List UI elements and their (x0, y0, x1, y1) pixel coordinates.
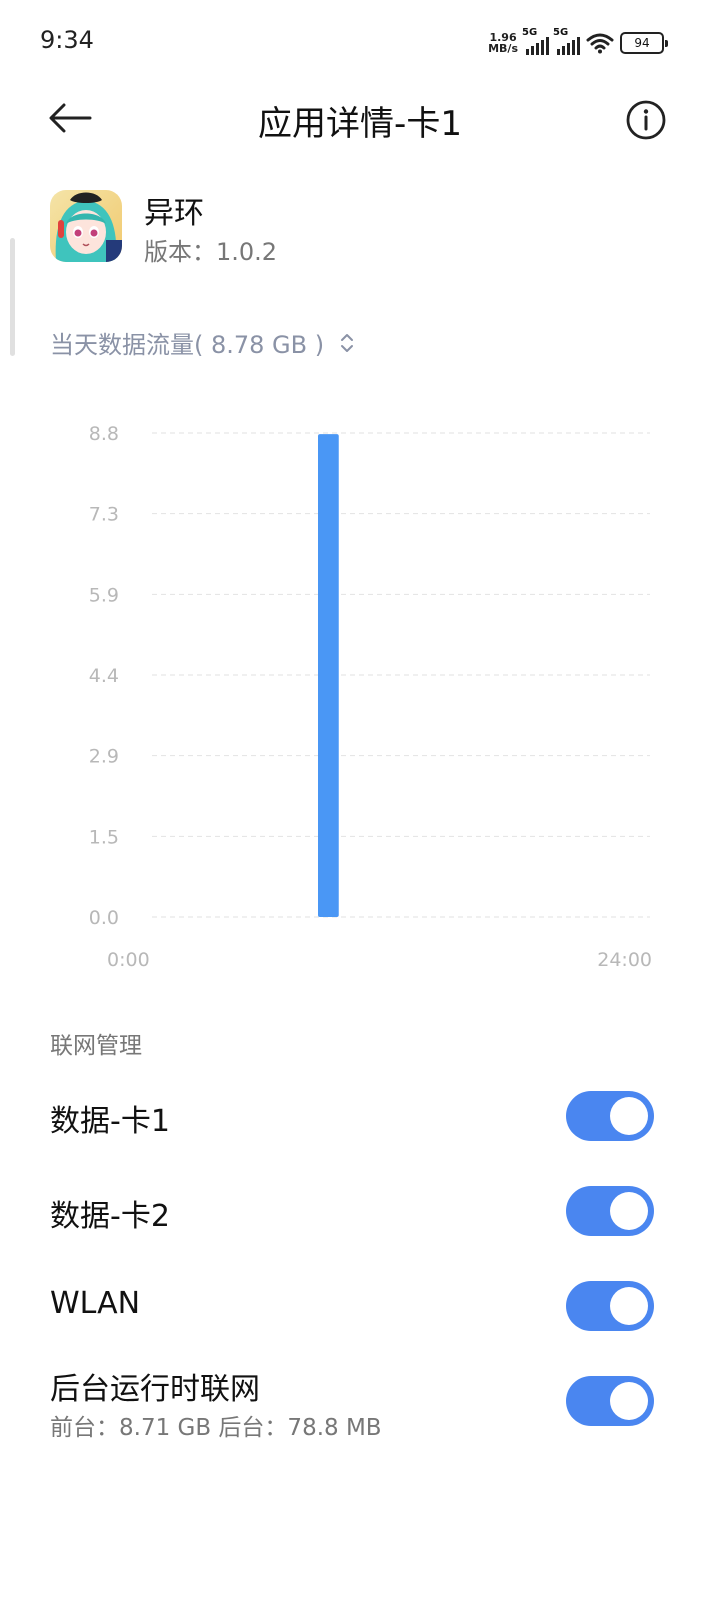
status-time: 9:34 (40, 26, 94, 54)
toggle-sim2-data[interactable] (566, 1186, 654, 1236)
y-tick-label: 0.0 (89, 907, 119, 929)
y-tick-label: 5.9 (89, 584, 119, 606)
x-start-label: 0:00 (107, 949, 150, 971)
section-title-network: 联网管理 (50, 1033, 142, 1059)
toggle-knob (610, 1382, 648, 1420)
data-usage-chart: 0.0 1.5 2.9 4.4 5.9 7.3 8.8 0:00 24:00 (89, 423, 652, 971)
y-tick-label: 8.8 (89, 423, 119, 445)
row-label-sim2-data: 数据-卡2 (50, 1199, 170, 1234)
app-version: 版本：1.0.2 (144, 238, 278, 266)
x-end-label: 24:00 (597, 949, 652, 971)
scroll-indicator (10, 238, 15, 356)
y-tick-label: 1.5 (89, 826, 119, 848)
usage-bar (318, 434, 339, 917)
toggle-wlan[interactable] (566, 1281, 654, 1331)
y-tick-label: 7.3 (89, 504, 119, 526)
status-icons: 1.96 MB/s 5G 5G 94 (488, 27, 668, 58)
sim1-signal-icon: 5G (522, 27, 549, 55)
toggle-knob (610, 1097, 648, 1135)
network-speed: 1.96 MB/s (488, 32, 518, 54)
wifi-icon (586, 33, 614, 54)
app-icon (50, 190, 122, 262)
toggle-sim1-data[interactable] (566, 1091, 654, 1141)
toggle-knob (610, 1192, 648, 1230)
chevron-up-down-icon (341, 333, 354, 352)
page-title: 应用详情-卡1 (258, 104, 462, 144)
toggle-background-network[interactable] (566, 1376, 654, 1426)
battery-icon: 94 (620, 32, 668, 54)
row-label-wlan: WLAN (50, 1286, 141, 1321)
info-button[interactable] (624, 98, 668, 142)
y-tick-label: 2.9 (89, 746, 119, 768)
sim2-signal-icon: 5G (553, 27, 580, 55)
usage-label: 当天数据流量( 8.78 GB ) (50, 331, 325, 359)
toggle-knob (610, 1287, 648, 1325)
network-speed-unit: MB/s (488, 42, 518, 55)
battery-level: 94 (620, 32, 664, 54)
info-circle-icon (626, 100, 666, 140)
background-usage-detail: 前台：8.71 GB 后台：78.8 MB (50, 1415, 382, 1441)
row-label-sim1-data: 数据-卡1 (50, 1104, 170, 1139)
usage-period-selector[interactable]: 当天数据流量( 8.78 GB ) (50, 325, 354, 360)
sim1-type: 5G (522, 27, 538, 38)
sim2-type: 5G (553, 27, 569, 38)
row-label-background-network: 后台运行时联网 (50, 1372, 260, 1407)
app-name: 异环 (144, 196, 204, 231)
y-tick-label: 4.4 (89, 665, 119, 687)
